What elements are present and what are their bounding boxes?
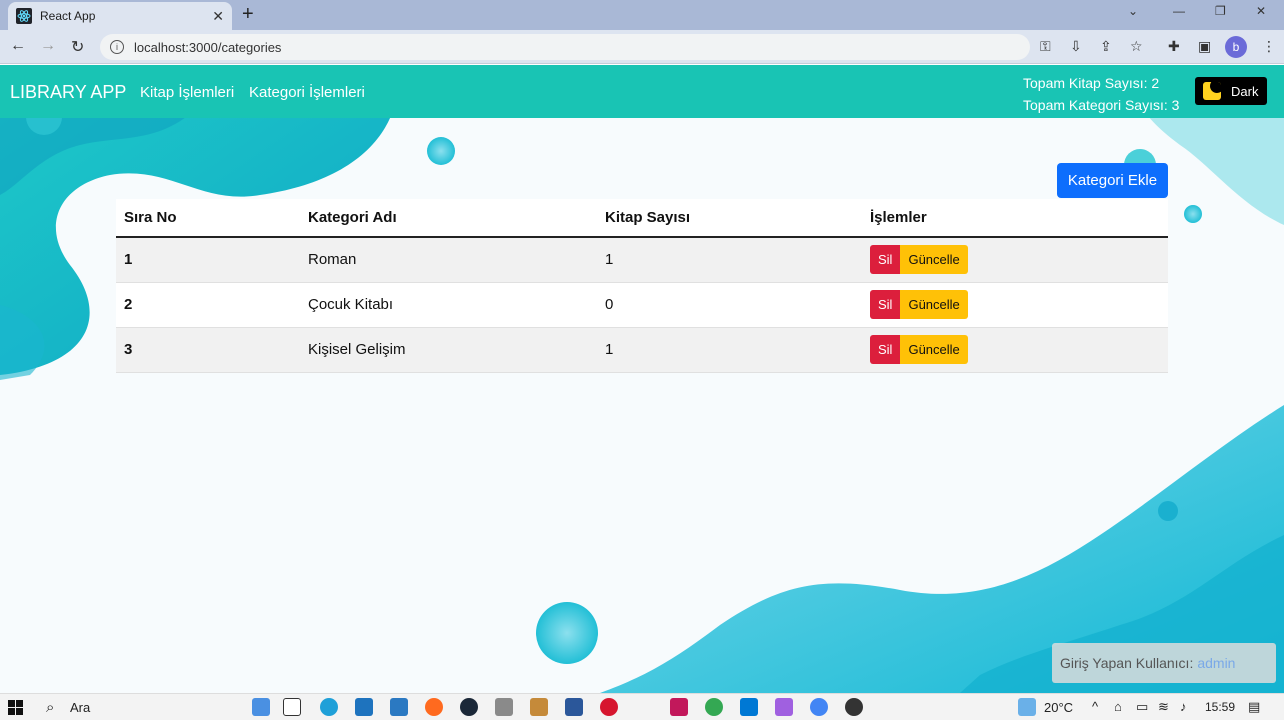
login-label: Giriş Yapan Kullanıcı: xyxy=(1060,655,1194,671)
row-number: 3 xyxy=(116,327,300,373)
star-icon[interactable]: ☆ xyxy=(1130,38,1143,55)
delete-button[interactable]: Sil xyxy=(870,335,901,364)
extensions-icon[interactable]: ✚ xyxy=(1168,38,1180,55)
word-icon[interactable] xyxy=(565,698,583,716)
delete-button[interactable]: Sil xyxy=(870,245,901,275)
stats-panel: Topam Kitap Sayısı: 2 Topam Kategori Say… xyxy=(1023,72,1179,116)
app-navbar: LIBRARY APP Kitap İşlemleri Kategori İşl… xyxy=(0,65,1284,118)
taskbar-search-label[interactable]: Ara xyxy=(70,700,90,715)
key-icon[interactable]: ⚿ xyxy=(1040,38,1051,55)
new-tab-icon[interactable]: + xyxy=(242,4,254,24)
windows-start-icon[interactable] xyxy=(8,700,23,715)
info-icon[interactable]: i xyxy=(110,40,124,54)
minimize-icon[interactable]: — xyxy=(1173,4,1185,18)
calculator-icon[interactable] xyxy=(495,698,513,716)
weather-text[interactable]: 20°C xyxy=(1044,700,1073,715)
category-name: Roman xyxy=(300,237,597,283)
avatar[interactable]: b xyxy=(1225,36,1247,58)
url-field[interactable]: i localhost:3000/categories xyxy=(100,34,1030,60)
cortana-icon[interactable] xyxy=(252,698,270,716)
weather-icon[interactable] xyxy=(1018,698,1036,716)
store-icon[interactable] xyxy=(355,698,373,716)
mail-icon[interactable] xyxy=(390,698,408,716)
column-header: Kitap Sayısı xyxy=(597,199,862,238)
row-actions: Sil Güncelle xyxy=(862,282,1168,328)
table-row: 1 Roman 1 Sil Güncelle xyxy=(116,237,1168,283)
logged-in-user-panel: Giriş Yapan Kullanıcı: admin xyxy=(1052,643,1276,683)
clock-text[interactable]: 15:59 xyxy=(1205,700,1235,714)
category-name: Kişisel Gelişim xyxy=(300,327,597,373)
column-header: Sıra No xyxy=(116,199,300,238)
steam-icon[interactable] xyxy=(460,698,478,716)
app-icon[interactable] xyxy=(530,698,548,716)
categories-table: Sıra No Kategori Adı Kitap Sayısı İşleml… xyxy=(116,199,1168,373)
edge-icon[interactable] xyxy=(320,698,338,716)
book-count: 1 xyxy=(597,327,862,373)
row-actions: Sil Güncelle xyxy=(862,327,1168,373)
add-category-button[interactable]: Kategori Ekle xyxy=(1057,163,1168,198)
battery-icon[interactable]: ▭ xyxy=(1136,699,1148,715)
address-toolbar: ← → ↻ i localhost:3000/categories ⚿ ⇩ ⇪ … xyxy=(0,30,1284,64)
dark-mode-button[interactable]: Dark xyxy=(1195,77,1267,105)
brand-logo[interactable]: LIBRARY APP xyxy=(10,82,126,103)
wifi-icon[interactable]: ≋ xyxy=(1158,699,1169,715)
browser-tab[interactable]: React App ✕ xyxy=(8,2,232,30)
total-categories-text: Topam Kategori Sayısı: 3 xyxy=(1023,97,1180,113)
category-name: Çocuk Kitabı xyxy=(300,282,597,328)
vscode-icon[interactable] xyxy=(740,698,758,716)
table-row: 3 Kişisel Gelişim 1 Sil Güncelle xyxy=(116,327,1168,373)
window-close-icon[interactable]: ✕ xyxy=(1256,4,1266,18)
firefox-icon[interactable] xyxy=(425,698,443,716)
react-icon xyxy=(16,8,32,24)
reload-icon[interactable]: ↻ xyxy=(71,37,84,57)
menu-icon[interactable]: ⋮ xyxy=(1262,38,1276,55)
opera-icon[interactable] xyxy=(600,698,618,716)
row-number: 2 xyxy=(116,282,300,328)
column-header: İşlemler xyxy=(862,199,1168,238)
row-actions: Sil Güncelle xyxy=(862,237,1168,283)
chevron-down-icon[interactable]: ⌄ xyxy=(1128,4,1138,18)
volume-icon[interactable]: ♪ xyxy=(1180,699,1187,714)
update-button[interactable]: Güncelle xyxy=(900,245,968,275)
chrome-icon[interactable] xyxy=(810,698,828,716)
sidepanel-icon[interactable]: ▣ xyxy=(1198,38,1211,55)
delete-button[interactable]: Sil xyxy=(870,290,901,319)
book-count: 0 xyxy=(597,282,862,328)
chevron-up-icon[interactable]: ^ xyxy=(1092,699,1098,714)
close-tab-icon[interactable]: ✕ xyxy=(212,8,224,25)
windows-taskbar: ⌕ Ara 20°C ^ ⌂ ▭ ≋ ♪ 15:59 ▤ xyxy=(0,693,1284,720)
wave-background xyxy=(0,65,1284,693)
book-count: 1 xyxy=(597,237,862,283)
row-number: 1 xyxy=(116,237,300,283)
app-icon[interactable] xyxy=(670,698,688,716)
nav-link-categories[interactable]: Kategori İşlemleri xyxy=(249,84,365,101)
chrome-icon[interactable] xyxy=(705,698,723,716)
search-icon[interactable]: ⌕ xyxy=(46,699,54,716)
notifications-icon[interactable]: ▤ xyxy=(1248,699,1260,715)
share-icon[interactable]: ⇪ xyxy=(1100,38,1112,55)
total-books-text: Topam Kitap Sayısı: 2 xyxy=(1023,75,1160,91)
network-icon[interactable]: ⌂ xyxy=(1114,699,1122,714)
update-button[interactable]: Güncelle xyxy=(900,290,968,319)
app-icon[interactable] xyxy=(845,698,863,716)
login-username[interactable]: admin xyxy=(1197,655,1235,671)
install-icon[interactable]: ⇩ xyxy=(1070,38,1082,55)
back-icon[interactable]: ← xyxy=(10,37,26,55)
page: LIBRARY APP Kitap İşlemleri Kategori İşl… xyxy=(0,65,1284,693)
task-view-icon[interactable] xyxy=(283,698,301,716)
forward-icon[interactable]: → xyxy=(40,37,56,55)
table-header-row: Sıra No Kategori Adı Kitap Sayısı İşleml… xyxy=(116,199,1168,238)
table-row: 2 Çocuk Kitabı 0 Sil Güncelle xyxy=(116,282,1168,328)
update-button[interactable]: Güncelle xyxy=(900,335,968,364)
app-icon[interactable] xyxy=(775,698,793,716)
nav-link-books[interactable]: Kitap İşlemleri xyxy=(140,84,234,101)
browser-tab-strip: React App ✕ + ⌄ — ❐ ✕ xyxy=(0,0,1284,30)
maximize-icon[interactable]: ❐ xyxy=(1215,4,1226,18)
moon-icon xyxy=(1203,82,1221,100)
tab-title: React App xyxy=(40,9,96,23)
dark-mode-label: Dark xyxy=(1231,83,1259,99)
url-text: localhost:3000/categories xyxy=(134,39,282,55)
column-header: Kategori Adı xyxy=(300,199,597,238)
